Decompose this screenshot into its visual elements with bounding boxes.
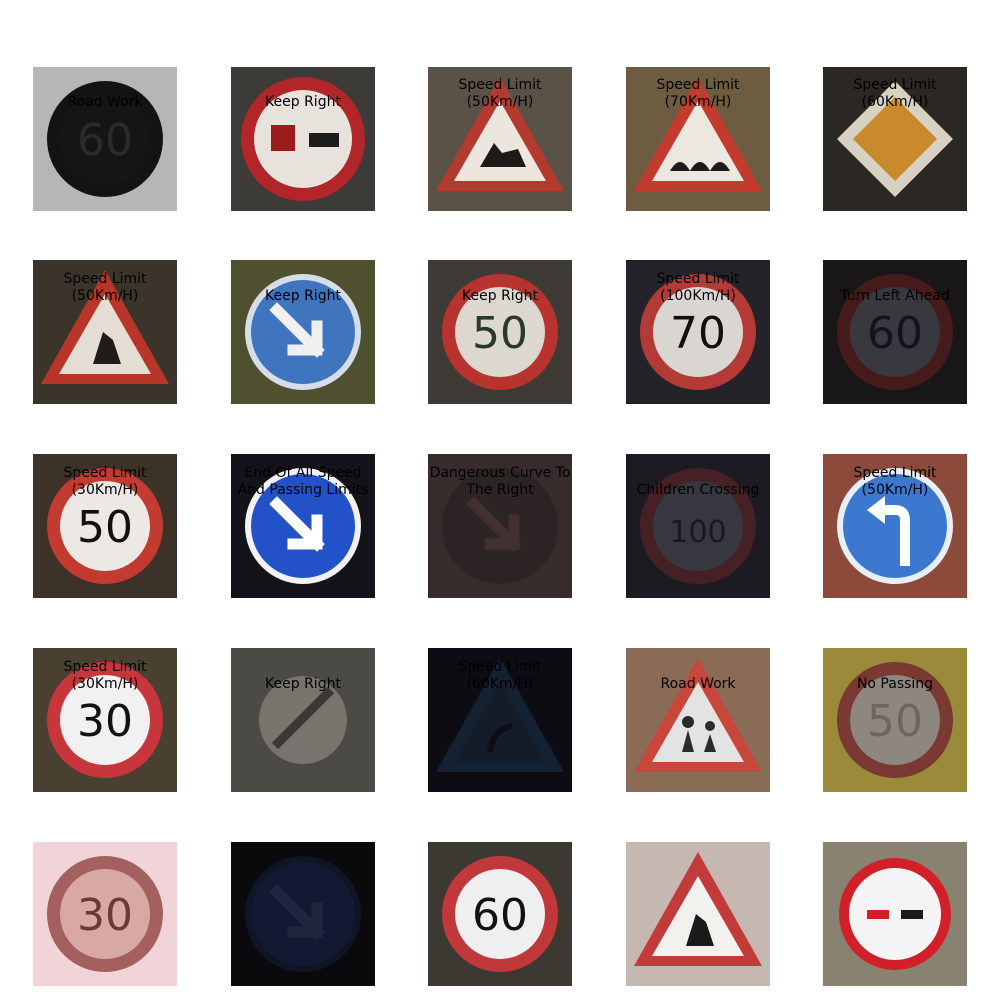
sign-image: 60 [428, 842, 572, 986]
sign-image: 100 [626, 454, 770, 598]
sign-image [823, 842, 967, 986]
sign-number: 50 [77, 502, 133, 553]
sign-caption: Speed Limit (60Km/H) [458, 659, 542, 692]
sign-number: 60 [472, 890, 528, 941]
sign-image [626, 648, 770, 792]
sign-image [231, 648, 375, 792]
sign-image: 60 [823, 260, 967, 404]
sign-image: 50 [428, 260, 572, 404]
sign-caption: End Of All Speed And Passing Limits [237, 465, 369, 498]
sign-number: 30 [77, 890, 133, 941]
sign-caption: Speed Limit (60Km/H) [853, 77, 937, 110]
sign-caption: Children Crossing [636, 482, 760, 498]
sign-caption: Dangerous Curve To The Right [429, 465, 571, 498]
sign-number: 50 [867, 696, 923, 747]
sign-caption: Speed Limit (70Km/H) [656, 77, 740, 110]
sign-caption: Speed Limit (100Km/H) [656, 271, 740, 304]
sign-caption: Road Work [660, 676, 736, 692]
sign-caption: Keep Right [265, 288, 341, 304]
sign-image: 30 [33, 842, 177, 986]
sign-number: 30 [77, 696, 133, 747]
sign-image [626, 842, 770, 986]
sign-number: 50 [472, 308, 528, 359]
sign-image [231, 260, 375, 404]
sign-caption: Road Work [67, 94, 143, 110]
sign-image [231, 67, 375, 211]
sign-caption: Turn Left Ahead [840, 288, 950, 304]
sign-caption: Speed Limit (30Km/H) [63, 465, 147, 498]
sign-caption: Speed Limit (50Km/H) [458, 77, 542, 110]
sign-number: 70 [670, 308, 726, 359]
sign-caption: Speed Limit (50Km/H) [63, 271, 147, 304]
sign-caption: Keep Right [265, 676, 341, 692]
sign-caption: No Passing [856, 676, 934, 692]
sign-caption: Speed Limit (50Km/H) [853, 465, 937, 498]
sign-image [231, 842, 375, 986]
sign-caption: Speed Limit (30Km/H) [63, 659, 147, 692]
sign-caption: Keep Right [462, 288, 538, 304]
sign-caption: Keep Right [265, 94, 341, 110]
sign-image: 50 [823, 648, 967, 792]
sign-image: 60 [33, 67, 177, 211]
